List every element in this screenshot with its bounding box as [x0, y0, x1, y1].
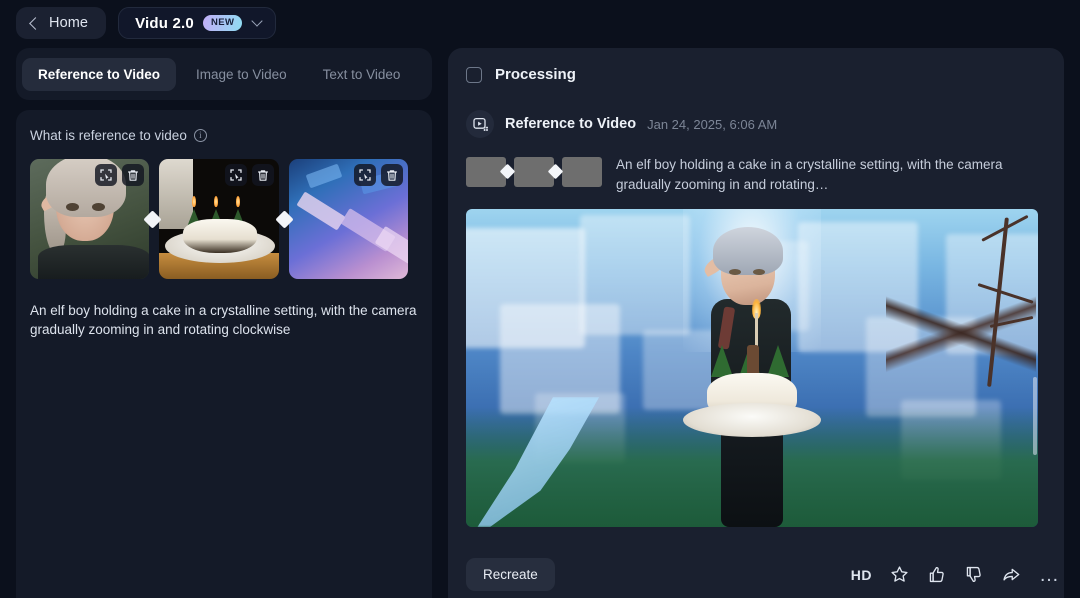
new-badge: NEW	[202, 14, 243, 32]
recreate-button[interactable]: Recreate	[466, 558, 555, 591]
tab-text-to-video[interactable]: Text to Video	[307, 58, 417, 91]
tab-image-to-video[interactable]: Image to Video	[180, 58, 303, 91]
tab-reference-to-video[interactable]: Reference to Video	[22, 57, 177, 91]
left-column: Reference to Video Image to Video Text t…	[16, 48, 432, 598]
chevron-down-icon	[251, 15, 263, 27]
trash-icon[interactable]	[122, 164, 145, 186]
processing-label: Processing	[495, 66, 576, 83]
processing-row: Processing	[466, 66, 1046, 83]
reference-image-2-controls	[224, 164, 274, 186]
trash-icon[interactable]	[380, 164, 403, 186]
results-panel: Processing Reference to Video Jan 24, 20…	[448, 48, 1064, 598]
app-root: Home Vidu 2.0 NEW Reference to Video Ima…	[0, 0, 1080, 598]
thumbs-down-icon[interactable]	[964, 565, 983, 584]
reference-image-2[interactable]	[159, 159, 279, 279]
video-subject-elf	[677, 227, 827, 527]
model-selector[interactable]: Vidu 2.0 NEW	[118, 7, 277, 39]
task-reference-thumbnails	[466, 155, 602, 187]
subject-select-icon[interactable]	[95, 164, 118, 186]
task-header: Reference to Video Jan 24, 2025, 6:06 AM	[466, 110, 1046, 138]
reference-images-row	[30, 159, 418, 279]
info-icon[interactable]: i	[193, 129, 207, 142]
mode-tabs: Reference to Video Image to Video Text t…	[16, 48, 432, 100]
hd-button[interactable]: HD	[851, 567, 872, 583]
home-button[interactable]: Home	[16, 7, 107, 39]
share-icon[interactable]	[1001, 565, 1021, 584]
model-name-label: Vidu 2.0	[135, 14, 194, 32]
task-meta-row: An elf boy holding a cake in a crystalli…	[466, 155, 1046, 195]
favorite-star-icon[interactable]	[890, 565, 909, 584]
result-actions: HD …	[851, 565, 1060, 585]
trash-icon[interactable]	[251, 164, 274, 186]
more-options-icon[interactable]: …	[1039, 565, 1060, 585]
reference-panel-title: What is reference to video	[30, 128, 187, 143]
video-frame-image	[466, 209, 1038, 527]
result-action-bar: Recreate HD …	[466, 558, 1060, 591]
reference-image-3[interactable]	[288, 159, 408, 279]
reference-panel-header: What is reference to video i	[30, 128, 418, 143]
select-all-checkbox[interactable]	[466, 66, 482, 83]
top-bar: Home Vidu 2.0 NEW	[0, 0, 1080, 40]
subject-select-icon[interactable]	[353, 164, 376, 186]
task-type-label: Reference to Video	[505, 116, 637, 132]
subject-select-icon[interactable]	[224, 164, 247, 186]
reference-image-1-controls	[95, 164, 145, 186]
video-scrollbar[interactable]	[1033, 377, 1037, 455]
reference-panel: What is reference to video i An elf boy …	[16, 110, 432, 598]
chevron-left-icon	[29, 16, 42, 30]
video-preview[interactable]	[466, 209, 1038, 527]
video-generate-icon	[466, 110, 494, 138]
prompt-text: An elf boy holding a cake in a crystalli…	[30, 303, 417, 337]
reference-image-1[interactable]	[30, 159, 150, 279]
task-prompt-text: An elf boy holding a cake in a crystalli…	[616, 157, 1003, 192]
home-button-label: Home	[49, 15, 89, 31]
reference-image-3-controls	[353, 164, 403, 186]
task-thumbnail-3[interactable]	[562, 157, 602, 187]
thumbs-up-icon[interactable]	[927, 565, 946, 584]
task-date-label: Jan 24, 2025, 6:06 AM	[647, 116, 778, 132]
